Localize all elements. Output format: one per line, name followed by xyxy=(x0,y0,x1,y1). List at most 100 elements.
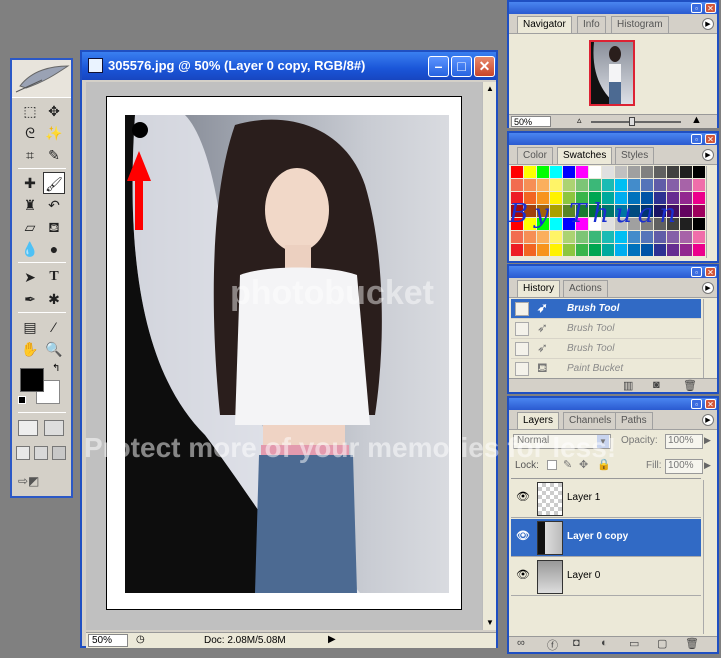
tab-color[interactable]: Color xyxy=(517,147,553,164)
canvas-area[interactable] xyxy=(86,82,482,630)
history-snapshot-checkbox[interactable] xyxy=(515,322,529,336)
tab-histogram[interactable]: Histogram xyxy=(611,16,669,33)
link-layers-icon[interactable]: ∞ xyxy=(517,637,525,649)
color-swatch[interactable] xyxy=(563,166,575,178)
zoom-out-icon[interactable]: ▵ xyxy=(577,115,582,126)
layer-style-icon[interactable]: ⓕ xyxy=(547,637,558,653)
color-swatch[interactable] xyxy=(589,179,601,191)
zoom-tool-icon[interactable]: 🔍 xyxy=(43,338,65,360)
color-swatch[interactable] xyxy=(654,166,666,178)
panel-minimize-icon[interactable]: ▫ xyxy=(691,134,702,144)
hand-tool-icon[interactable]: ✋ xyxy=(19,338,41,360)
color-swatch[interactable] xyxy=(693,166,705,178)
color-swatch[interactable] xyxy=(680,179,692,191)
document-titlebar[interactable]: 305576.jpg @ 50% (Layer 0 copy, RGB/8#) … xyxy=(82,52,496,80)
color-swatch[interactable] xyxy=(641,179,653,191)
swatches-scrollbar[interactable] xyxy=(706,166,717,258)
panel-titlebar[interactable]: ▫ ✕ xyxy=(509,398,717,410)
color-swatch[interactable] xyxy=(693,231,705,243)
color-swatch[interactable] xyxy=(602,244,614,256)
color-swatch[interactable] xyxy=(589,244,601,256)
trash-icon[interactable]: 🗑 xyxy=(683,379,697,392)
zoom-in-icon[interactable]: ▲ xyxy=(691,114,702,126)
color-swatch[interactable] xyxy=(667,166,679,178)
scroll-down-icon[interactable]: ▼ xyxy=(484,616,496,630)
color-swatch[interactable] xyxy=(563,244,575,256)
color-swatch[interactable] xyxy=(537,166,549,178)
panel-titlebar[interactable]: ▫ ✕ xyxy=(509,133,717,145)
color-swatch[interactable] xyxy=(524,179,536,191)
color-swatch[interactable] xyxy=(589,231,601,243)
tools-header[interactable] xyxy=(12,60,71,98)
color-swatch[interactable] xyxy=(511,231,523,243)
color-swatch[interactable] xyxy=(537,231,549,243)
tab-layers[interactable]: Layers xyxy=(517,412,560,429)
color-swatch[interactable] xyxy=(524,166,536,178)
color-swatch[interactable] xyxy=(576,231,588,243)
eyedropper-tool-icon[interactable]: ⁄ xyxy=(43,316,65,338)
panel-minimize-icon[interactable]: ▫ xyxy=(691,3,702,13)
panel-close-icon[interactable]: ✕ xyxy=(705,399,716,409)
panel-minimize-icon[interactable]: ▫ xyxy=(691,399,702,409)
color-swatch[interactable] xyxy=(654,179,666,191)
color-swatch[interactable] xyxy=(693,205,705,217)
layer-mask-icon[interactable]: ◘ xyxy=(573,637,580,649)
history-item[interactable]: ➶ Brush Tool xyxy=(511,319,701,339)
screen-mode-full-menu-icon[interactable] xyxy=(34,446,48,460)
panel-menu-icon[interactable]: ▶ xyxy=(702,149,714,161)
panel-close-icon[interactable]: ✕ xyxy=(705,267,716,277)
minimize-button[interactable]: – xyxy=(428,56,449,77)
color-swatch[interactable] xyxy=(693,218,705,230)
history-brush-tool-icon[interactable]: ↶ xyxy=(43,194,65,216)
zoom-field[interactable]: 50% xyxy=(88,634,128,647)
dodge-tool-icon[interactable]: ● xyxy=(43,238,65,260)
brush-tool-icon[interactable]: 🖌 xyxy=(43,172,65,194)
panel-close-icon[interactable]: ✕ xyxy=(705,134,716,144)
color-swatch[interactable] xyxy=(641,231,653,243)
color-swatch[interactable] xyxy=(680,166,692,178)
color-swatch[interactable] xyxy=(615,166,627,178)
screen-mode-standard-icon[interactable] xyxy=(16,446,30,460)
default-colors-icon[interactable] xyxy=(18,396,26,404)
panel-close-icon[interactable]: ✕ xyxy=(705,3,716,13)
color-swatch[interactable] xyxy=(628,179,640,191)
trash-icon[interactable]: 🗑 xyxy=(685,637,699,650)
panel-titlebar[interactable]: ▫ ✕ xyxy=(509,266,717,278)
move-tool-icon[interactable]: ✥ xyxy=(43,100,65,122)
color-swatch[interactable] xyxy=(641,244,653,256)
notes-tool-icon[interactable]: ▤ xyxy=(19,316,41,338)
tab-history[interactable]: History xyxy=(517,280,561,297)
shape-tool-icon[interactable]: ✱ xyxy=(43,288,65,310)
new-snapshot-icon[interactable]: ◙ xyxy=(653,379,660,391)
blur-tool-icon[interactable]: 💧 xyxy=(19,238,41,260)
history-scrollbar[interactable] xyxy=(703,299,716,379)
color-swatch[interactable] xyxy=(693,192,705,204)
new-group-icon[interactable]: ▭ xyxy=(629,637,639,650)
color-swatch[interactable] xyxy=(511,244,523,256)
jump-to-imageready-icon[interactable]: ⇨◩ xyxy=(18,474,62,490)
quick-mask-mode-icon[interactable] xyxy=(44,420,64,436)
healing-brush-tool-icon[interactable]: ✚ xyxy=(19,172,41,194)
eye-icon[interactable]: 👁 xyxy=(513,529,533,545)
zoom-slider-track[interactable] xyxy=(591,121,681,123)
scroll-up-icon[interactable]: ▲ xyxy=(484,82,496,96)
panel-menu-icon[interactable]: ▶ xyxy=(702,18,714,30)
new-document-from-state-icon[interactable]: ▥ xyxy=(623,379,633,392)
tab-swatches[interactable]: Swatches xyxy=(557,147,613,164)
color-swatch[interactable] xyxy=(628,244,640,256)
fill-field[interactable]: 100% xyxy=(665,459,703,474)
color-swatch[interactable] xyxy=(680,231,692,243)
standard-mode-icon[interactable] xyxy=(18,420,38,436)
color-swatch[interactable] xyxy=(602,231,614,243)
color-swatch[interactable] xyxy=(628,166,640,178)
tab-styles[interactable]: Styles xyxy=(615,147,655,164)
history-item[interactable]: ➶ Brush Tool xyxy=(511,339,701,359)
color-swatch[interactable] xyxy=(589,166,601,178)
adjustment-layer-icon[interactable]: ◐ xyxy=(601,637,608,649)
screen-mode-full-icon[interactable] xyxy=(52,446,66,460)
color-swatch[interactable] xyxy=(602,166,614,178)
layers-scrollbar[interactable] xyxy=(703,480,716,634)
fill-arrow-icon[interactable]: ▶ xyxy=(704,460,711,471)
swap-colors-icon[interactable]: ↰ xyxy=(52,363,60,374)
navigator-thumbnail[interactable] xyxy=(589,40,635,106)
